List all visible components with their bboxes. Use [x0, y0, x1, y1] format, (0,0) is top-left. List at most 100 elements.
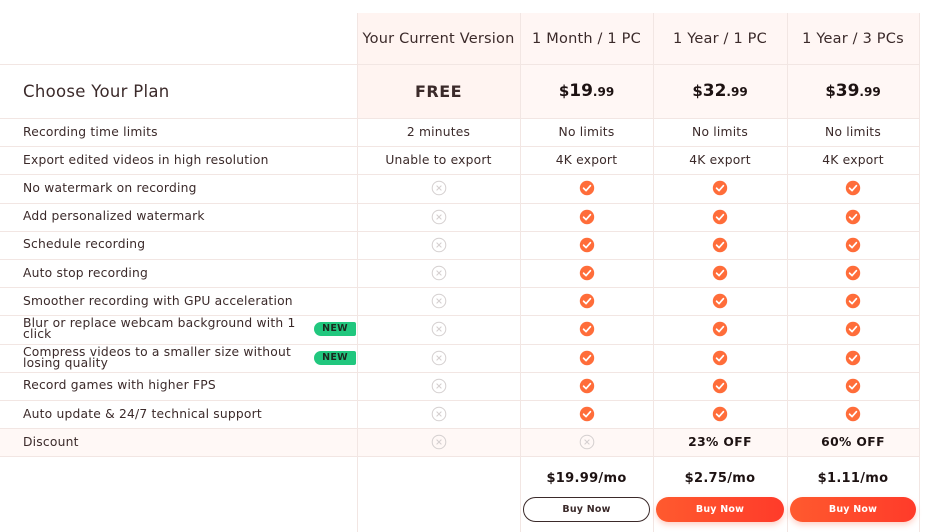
- feature-cell: [357, 231, 520, 259]
- price-amount: $32.99: [653, 64, 787, 118]
- feature-cell: [357, 344, 520, 372]
- check-circle-icon: [845, 406, 861, 422]
- feature-cell: [653, 372, 787, 400]
- check-circle-icon: [712, 237, 728, 253]
- feature-cell: [653, 287, 787, 315]
- feature-cell: [520, 400, 653, 428]
- x-circle-icon: [579, 434, 594, 450]
- feature-label: Auto update & 24/7 technical support: [23, 406, 262, 421]
- feature-label: Record games with higher FPS: [23, 378, 216, 393]
- price-amount: $19.99: [520, 64, 653, 118]
- feature-cell: [653, 231, 787, 259]
- x-circle-icon: [431, 237, 446, 253]
- row-divider: [0, 259, 919, 260]
- feature-cell: [520, 287, 653, 315]
- pricing-table: Your Current Version 1 Month / 1 PC 1 Year…: [0, 0, 927, 532]
- feature-label: Add personalized watermark: [23, 209, 205, 224]
- check-circle-icon: [845, 237, 861, 253]
- feature-cell: [520, 315, 653, 343]
- price-cents: .99: [592, 85, 615, 99]
- check-circle-icon: [845, 181, 861, 196]
- feature-cell: [357, 174, 520, 202]
- feature-label: Compress videos to a smaller size withou…: [23, 344, 292, 370]
- check-circle-icon: [579, 406, 594, 422]
- check-circle-icon: [845, 322, 861, 337]
- feature-cell: [520, 344, 653, 372]
- check-circle-icon: [579, 350, 594, 365]
- feature-cell: 4K export: [555, 153, 618, 168]
- feature-label: Recording time limits: [23, 124, 158, 139]
- plan-column-header: 1 Month / 1 PC: [532, 30, 641, 47]
- feature-cell: [787, 372, 919, 400]
- feature-cell: [520, 231, 653, 259]
- check-circle-icon: [845, 378, 861, 394]
- row-divider: [0, 287, 919, 288]
- feature-cell: [787, 287, 919, 315]
- x-circle-icon: [431, 293, 446, 309]
- feature-cell: [520, 259, 653, 287]
- check-circle-icon: [712, 265, 728, 281]
- x-circle-icon: [431, 434, 446, 450]
- x-circle-icon: [431, 322, 446, 337]
- feature-cell: [357, 259, 520, 287]
- check-circle-icon: [579, 378, 594, 394]
- feature-cell: No limits: [692, 125, 748, 140]
- buy-now-button[interactable]: Buy Now: [523, 497, 650, 523]
- price-cents: .99: [859, 85, 881, 99]
- check-circle-icon: [579, 237, 594, 253]
- feature-cell: [357, 203, 520, 231]
- new-badge: NEW: [314, 322, 356, 337]
- feature-label: Discount: [23, 434, 79, 449]
- buy-now-button[interactable]: Buy Now: [790, 497, 916, 523]
- feature-cell: [653, 259, 787, 287]
- feature-cell: [653, 315, 787, 343]
- feature-cell: [787, 174, 919, 202]
- check-circle-icon: [579, 294, 594, 309]
- feature-cell: [787, 231, 919, 259]
- feature-cell: [653, 344, 787, 372]
- check-circle-icon: [845, 209, 861, 224]
- row-divider: [0, 372, 919, 373]
- feature-label: Schedule recording: [23, 237, 146, 252]
- feature-cell: No limits: [825, 125, 881, 140]
- price-free: FREE: [357, 64, 520, 118]
- feature-cell: 23% OFF: [688, 435, 752, 450]
- feature-cell: [653, 174, 787, 202]
- feature-cell: [357, 287, 520, 315]
- check-circle-icon: [579, 265, 594, 281]
- check-circle-icon: [579, 322, 594, 337]
- feature-cell: [787, 203, 919, 231]
- row-divider: [0, 344, 919, 345]
- price-currency: $: [692, 82, 703, 100]
- check-circle-icon: [845, 350, 861, 365]
- x-circle-icon: [431, 209, 446, 224]
- feature-cell: 4K export: [822, 153, 884, 168]
- row-divider: [0, 231, 919, 232]
- plan-column-header: 1 Year / 3 PCs: [802, 30, 904, 47]
- feature-label: Auto stop recording: [23, 265, 149, 280]
- x-circle-icon: [431, 406, 446, 422]
- feature-cell: [653, 203, 787, 231]
- feature-cell: 60% OFF: [821, 435, 885, 450]
- monthly-price: $2.75/mo: [684, 470, 756, 486]
- price-integer: 19: [569, 81, 593, 101]
- feature-cell: [357, 315, 520, 343]
- feature-cell: [787, 259, 919, 287]
- row-divider: [0, 146, 919, 147]
- feature-label: Smoother recording with GPU acceleration: [23, 293, 293, 308]
- buy-now-button[interactable]: Buy Now: [656, 497, 784, 523]
- monthly-price: $19.99/mo: [546, 470, 627, 486]
- feature-cell: 2 minutes: [406, 125, 471, 140]
- feature-cell: [787, 344, 919, 372]
- feature-cell: No limits: [558, 125, 615, 140]
- feature-label: No watermark on recording: [23, 180, 197, 195]
- row-divider: [0, 428, 919, 429]
- x-circle-icon: [431, 378, 446, 394]
- column-divider: [520, 13, 521, 532]
- x-circle-icon: [431, 350, 446, 365]
- price-amount: $39.99: [787, 64, 919, 118]
- check-circle-icon: [712, 294, 728, 309]
- x-circle-icon: [431, 181, 446, 196]
- check-circle-icon: [712, 181, 728, 196]
- row-divider: [0, 203, 919, 204]
